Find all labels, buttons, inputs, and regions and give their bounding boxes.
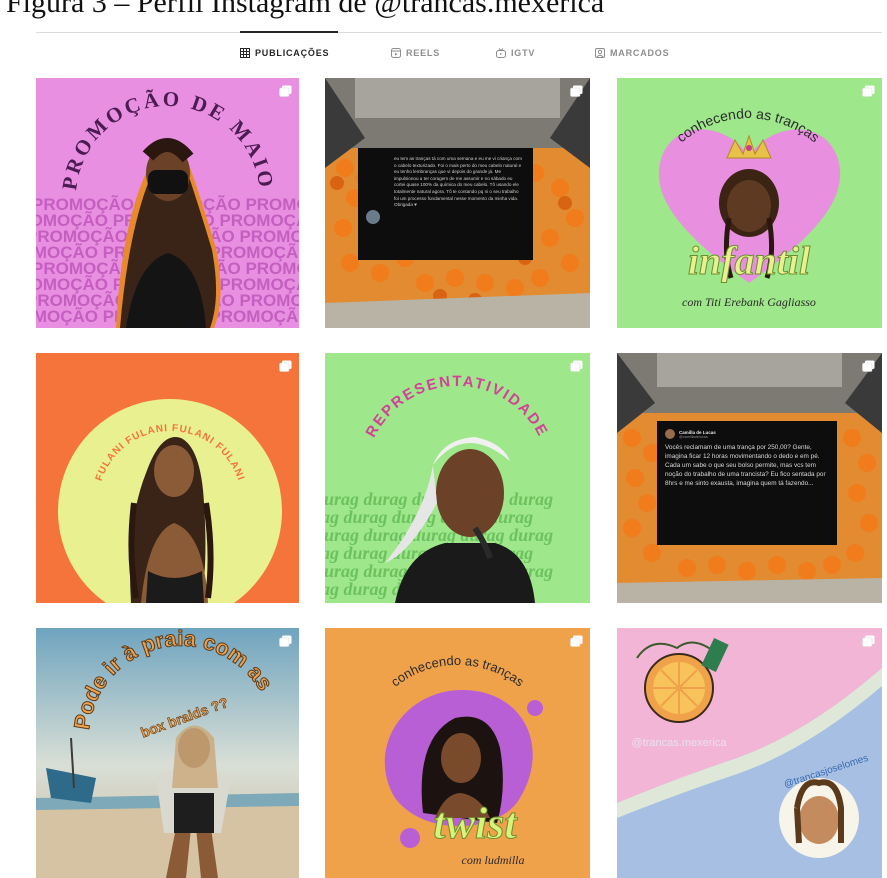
tweet-user: Camilla de Lucas xyxy=(679,429,716,435)
post-artwork: durag durag durag durag durag durag dura… xyxy=(325,373,553,603)
post-credit: com ludmilla xyxy=(462,853,525,867)
post-fulani[interactable]: FULANI FULANI FULANI FULANI xyxy=(36,353,299,603)
post-credit: com Titi Erebank Gagliasso xyxy=(682,295,816,309)
arc-text: conhecendo as tranças xyxy=(388,653,527,690)
post-artwork: conhecendo as tranças infantil com Titi … xyxy=(658,105,841,309)
post-artwork: FULANI FULANI FULANI FULANI xyxy=(58,399,282,603)
tab-label: MARCADOS xyxy=(610,48,670,58)
post-artwork: conhecendo as tranças twist com ludmilla xyxy=(384,653,543,867)
tab-label: IGTV xyxy=(511,48,536,58)
tab-label: PUBLICAÇÕES xyxy=(255,48,330,58)
post-title: REPRESENTATIVIDADE xyxy=(363,373,550,440)
post-artwork: PROMOÇÃO PROMOÇÃO PROMOÇÃO PROMOÇÃO PROM… xyxy=(36,87,299,328)
pattern-text: durag durag durag durag durag xyxy=(325,525,553,545)
profile-tabs: PUBLICAÇÕES REELS IGTV MARCADOS xyxy=(0,48,887,64)
carousel-icon xyxy=(570,85,583,97)
post-collab[interactable]: @trancas.mexerica @trancasjoselomes xyxy=(617,628,882,878)
post-trancas-twist[interactable]: conhecendo as tranças twist com ludmilla xyxy=(325,628,590,878)
figure-caption: Figura 3 – Perfil Instagram de @trancas.… xyxy=(6,0,605,19)
svg-text:REPRESENTATIVIDADE: REPRESENTATIVIDADE xyxy=(363,373,552,440)
tab-marcados[interactable]: MARCADOS xyxy=(595,48,669,58)
tweet-text: eu tem as tranças tá com uma semana e eu… xyxy=(394,156,522,208)
post-representatividade[interactable]: durag durag durag durag durag durag dura… xyxy=(325,353,590,603)
svg-text:conhecendo as tranças: conhecendo as tranças xyxy=(388,653,527,690)
carousel-icon xyxy=(570,360,583,372)
tagged-icon xyxy=(595,48,605,58)
profile-divider xyxy=(36,32,882,33)
avatar xyxy=(665,429,675,439)
tweet-card: Camilla de Lucas @camilladelucas Vocês r… xyxy=(657,421,837,545)
handle-text: @trancas.mexerica xyxy=(632,737,728,749)
grid-icon xyxy=(240,48,250,58)
post-title: twist xyxy=(433,799,518,848)
tab-reels[interactable]: REELS xyxy=(391,48,440,58)
post-promocao-maio[interactable]: PROMOÇÃO PROMOÇÃO PROMOÇÃO PROMOÇÃO PROM… xyxy=(36,78,299,328)
tweet-card: eu tem as tranças tá com uma semana e eu… xyxy=(358,148,533,260)
reels-icon xyxy=(391,48,401,58)
tab-publicacoes[interactable]: PUBLICAÇÕES xyxy=(240,48,329,58)
avatar xyxy=(366,210,380,224)
post-artwork: Pode ir à praia com as box braids ?? xyxy=(36,628,299,878)
tab-igtv[interactable]: IGTV xyxy=(496,48,535,58)
post-tweet-oranges[interactable]: eu tem as tranças tá com uma semana e eu… xyxy=(325,78,590,328)
carousel-icon xyxy=(862,360,875,372)
post-title: infantil xyxy=(688,238,811,283)
igtv-icon xyxy=(496,48,506,58)
active-tab-indicator xyxy=(240,31,338,33)
tweet-handle: @camilladelucas xyxy=(679,434,708,439)
carousel-icon xyxy=(862,85,875,97)
post-artwork: @trancas.mexerica @trancasjoselomes xyxy=(617,638,882,878)
carousel-icon xyxy=(570,635,583,647)
tweet-text: Vocês reclamam de uma trança por 250,00?… xyxy=(665,444,826,487)
post-trancas-infantil[interactable]: conhecendo as tranças infantil com Titi … xyxy=(617,78,882,328)
carousel-icon xyxy=(862,635,875,647)
carousel-icon xyxy=(279,635,292,647)
tab-label: REELS xyxy=(406,48,441,58)
post-tweet-camilla[interactable]: Camilla de Lucas @camilladelucas Vocês r… xyxy=(617,353,882,603)
carousel-icon xyxy=(279,85,292,97)
post-praia-box-braids[interactable]: Pode ir à praia com as box braids ?? xyxy=(36,628,299,878)
carousel-icon xyxy=(279,360,292,372)
